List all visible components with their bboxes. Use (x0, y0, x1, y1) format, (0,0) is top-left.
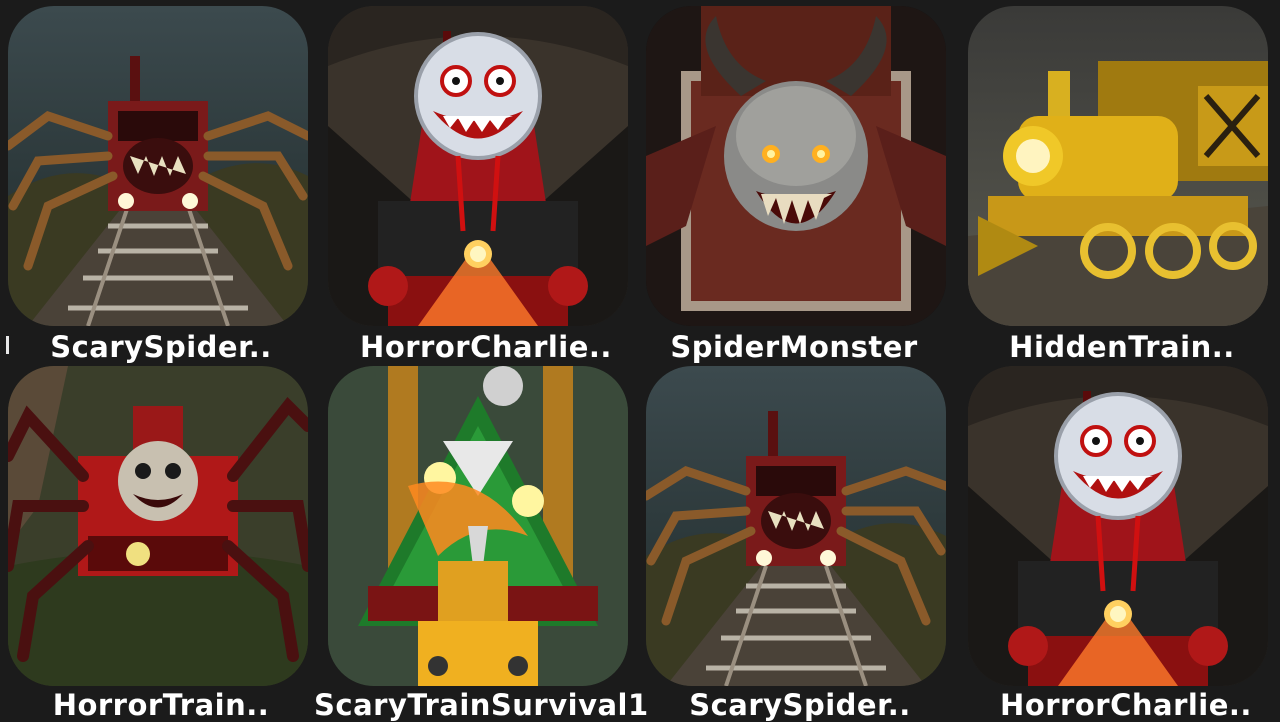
app-tile-hidden-train[interactable] (968, 6, 1268, 326)
app-label: ScarySpider.. (689, 688, 911, 722)
app-label: HorrorTrain.. (52, 688, 270, 722)
app-tile-scary-train-survival[interactable] (328, 366, 628, 686)
spider-monster-icon (646, 6, 946, 326)
app-tile-scary-spider-2[interactable] (646, 366, 946, 686)
app-label: HiddenTrain.. (1009, 330, 1235, 364)
app-label: SpiderMonster (670, 330, 918, 364)
horror-train-icon (8, 366, 308, 686)
app-label: HorrorCharlie.. (1000, 688, 1252, 722)
app-label: ScaryTrainSurvival1 (314, 688, 649, 722)
app-label: HorrorCharlie.. (360, 330, 612, 364)
app-tile-horror-train[interactable] (8, 366, 308, 686)
app-tile-spider-monster[interactable] (646, 6, 946, 326)
app-tile-scary-spider[interactable] (8, 6, 308, 326)
christmas-train-icon (328, 366, 628, 686)
charlie-train-icon (968, 366, 1268, 686)
app-tile-horror-charlie[interactable] (328, 6, 628, 326)
spider-train-icon (8, 6, 308, 326)
spider-train-icon (646, 366, 946, 686)
golden-train-icon (968, 6, 1268, 326)
charlie-train-icon (328, 6, 628, 326)
app-tile-horror-charlie-2[interactable] (968, 366, 1268, 686)
app-label: ScarySpider.. (50, 330, 272, 364)
